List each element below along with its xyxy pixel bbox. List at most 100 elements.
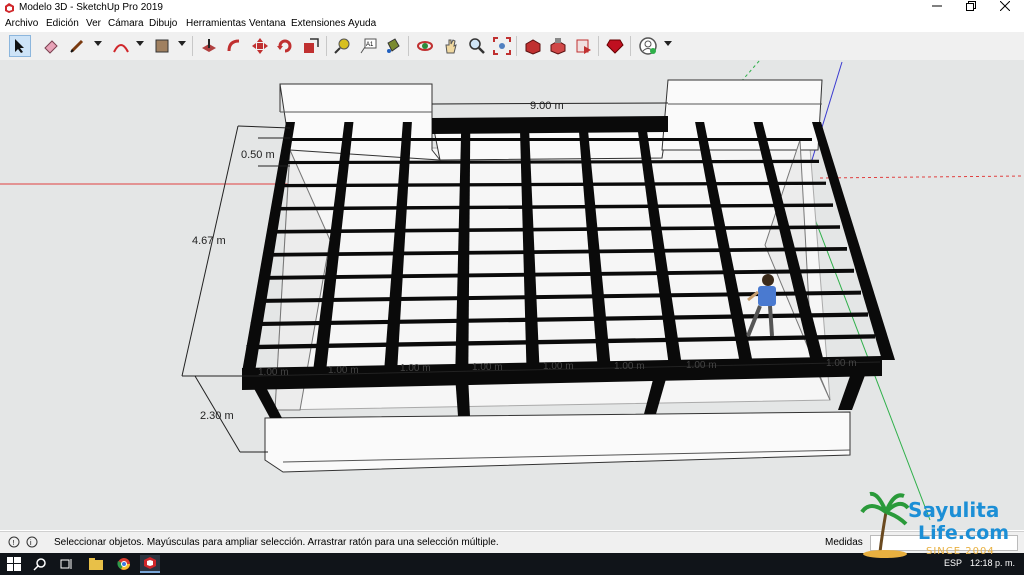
paint-bucket-icon: [387, 38, 400, 53]
rectangle-tool-button[interactable]: [151, 35, 173, 57]
minimize-icon: [932, 5, 942, 7]
purlin-beam: [286, 138, 812, 141]
account-icon: [639, 37, 657, 55]
task-view-icon: [60, 559, 72, 569]
windows-start-icon: [7, 557, 21, 571]
ruby-console-button[interactable]: [604, 35, 626, 57]
extension-warehouse-button[interactable]: [547, 35, 569, 57]
dim-height-label: 2.30 m: [200, 410, 234, 422]
toolbar-separator: [326, 36, 327, 56]
zoom-extents-icon: [493, 37, 511, 55]
menu-ventana[interactable]: Ventana: [249, 18, 286, 29]
help-icon[interactable]: i: [26, 536, 38, 548]
menu-herramientas[interactable]: Herramientas: [186, 18, 246, 29]
dim-spacing-label: 1.00 m: [472, 362, 503, 373]
measurements-label: Medidas: [825, 537, 863, 548]
tape-measure-tool-button[interactable]: [331, 35, 353, 57]
info-icon[interactable]: !: [8, 536, 20, 548]
file-explorer-icon: [89, 558, 103, 570]
orbit-tool-button[interactable]: [414, 35, 436, 57]
toolbar-separator: [598, 36, 599, 56]
rectangle-icon: [155, 39, 169, 53]
arc-icon: [113, 44, 129, 53]
zoom-tool-button[interactable]: [466, 35, 488, 57]
restore-icon: [966, 1, 976, 11]
menu-ver[interactable]: Ver: [86, 18, 101, 29]
start-button[interactable]: [4, 555, 24, 573]
back-wall-left: [279, 83, 442, 161]
move-icon: [252, 38, 268, 54]
arc-tool-button[interactable]: [110, 35, 132, 57]
sketchup-taskbar-button[interactable]: [140, 555, 160, 573]
text-tool-button[interactable]: A1: [357, 35, 379, 57]
watermark-line3: SINCE 2004: [926, 546, 995, 557]
task-view-button[interactable]: [56, 555, 76, 573]
watermark-line1: Sayulita: [908, 498, 1000, 522]
3d-warehouse-icon: [525, 39, 541, 55]
push-pull-icon: [202, 39, 216, 52]
menu-archivo[interactable]: Archivo: [5, 18, 38, 29]
toolbar-separator: [630, 36, 631, 56]
svg-text:i: i: [30, 540, 32, 547]
rotate-tool-button[interactable]: [274, 35, 296, 57]
tape-measure-icon: [334, 38, 350, 54]
toolbar-separator: [408, 36, 409, 56]
dim-spacing-label: 1.00 m: [543, 361, 574, 372]
move-tool-button[interactable]: [249, 35, 271, 57]
paint-bucket-tool-button[interactable]: [382, 35, 404, 57]
select-tool-button[interactable]: [9, 35, 31, 57]
restore-button[interactable]: [954, 0, 988, 17]
eraser-tool-button[interactable]: [40, 35, 62, 57]
dim-spacing-label: 1.00 m: [614, 361, 645, 372]
sketchup-logo-icon: [5, 3, 14, 13]
file-explorer-button[interactable]: [86, 555, 106, 573]
window-title: Modelo 3D - SketchUp Pro 2019: [19, 2, 163, 13]
minimize-button[interactable]: [920, 0, 954, 17]
chrome-icon: [117, 558, 130, 570]
dim-spacing-label: 1.00 m: [686, 360, 717, 371]
text-icon: A1: [360, 38, 377, 54]
scale-tool-button[interactable]: [300, 35, 322, 57]
dim-spacing-label: 1.00 m: [826, 358, 857, 369]
pan-icon: [445, 39, 457, 54]
dim-width-label: 9.00 m: [530, 100, 564, 112]
account-dropdown[interactable]: [664, 41, 672, 46]
scale-icon: [304, 38, 319, 53]
palm-tree-icon: [860, 491, 910, 558]
zoom-extents-tool-button[interactable]: [491, 35, 513, 57]
follow-me-tool-button[interactable]: [224, 35, 246, 57]
layout-icon: [576, 39, 591, 54]
title-bar: Modelo 3D - SketchUp Pro 2019: [0, 0, 1024, 17]
model-viewport[interactable]: 9.00 m 0.50 m 4.67 m 2.30 m 1.00 m 1.00 …: [0, 60, 1024, 530]
menu-camara[interactable]: Cámara: [108, 18, 144, 29]
follow-me-icon: [227, 39, 240, 52]
pencil-icon: [70, 39, 84, 53]
arc-dropdown[interactable]: [136, 41, 144, 46]
chrome-button[interactable]: [114, 555, 134, 573]
toolbar-separator: [192, 36, 193, 56]
push-pull-tool-button[interactable]: [198, 35, 220, 57]
dim-offset-label: 0.50 m: [241, 149, 275, 161]
dim-spacing-label: 1.00 m: [400, 363, 431, 374]
menu-extensiones[interactable]: Extensiones: [291, 18, 345, 29]
red-axis-dashed: [819, 175, 1024, 179]
pencil-tool-button[interactable]: [66, 35, 88, 57]
account-button[interactable]: [637, 35, 659, 57]
svg-text:A1: A1: [366, 42, 374, 48]
model-scene[interactable]: 9.00 m 0.50 m 4.67 m 2.30 m 1.00 m 1.00 …: [0, 60, 1024, 530]
menu-edicion[interactable]: Edición: [46, 18, 79, 29]
menu-dibujo[interactable]: Dibujo: [149, 18, 177, 29]
pan-tool-button[interactable]: [440, 35, 462, 57]
sketchup-icon: [144, 557, 156, 569]
layout-button[interactable]: [573, 35, 595, 57]
watermark-line2: Life.com: [918, 522, 1010, 544]
menu-bar: Archivo Edición Ver Cámara Dibujo Herram…: [0, 17, 1024, 32]
select-icon: [15, 39, 24, 53]
search-button[interactable]: [30, 555, 50, 573]
menu-ayuda[interactable]: Ayuda: [348, 18, 376, 29]
rectangle-dropdown[interactable]: [178, 41, 186, 46]
orbit-icon: [417, 41, 433, 51]
3d-warehouse-button[interactable]: [522, 35, 544, 57]
close-button[interactable]: [988, 0, 1022, 17]
pencil-dropdown[interactable]: [94, 41, 102, 46]
